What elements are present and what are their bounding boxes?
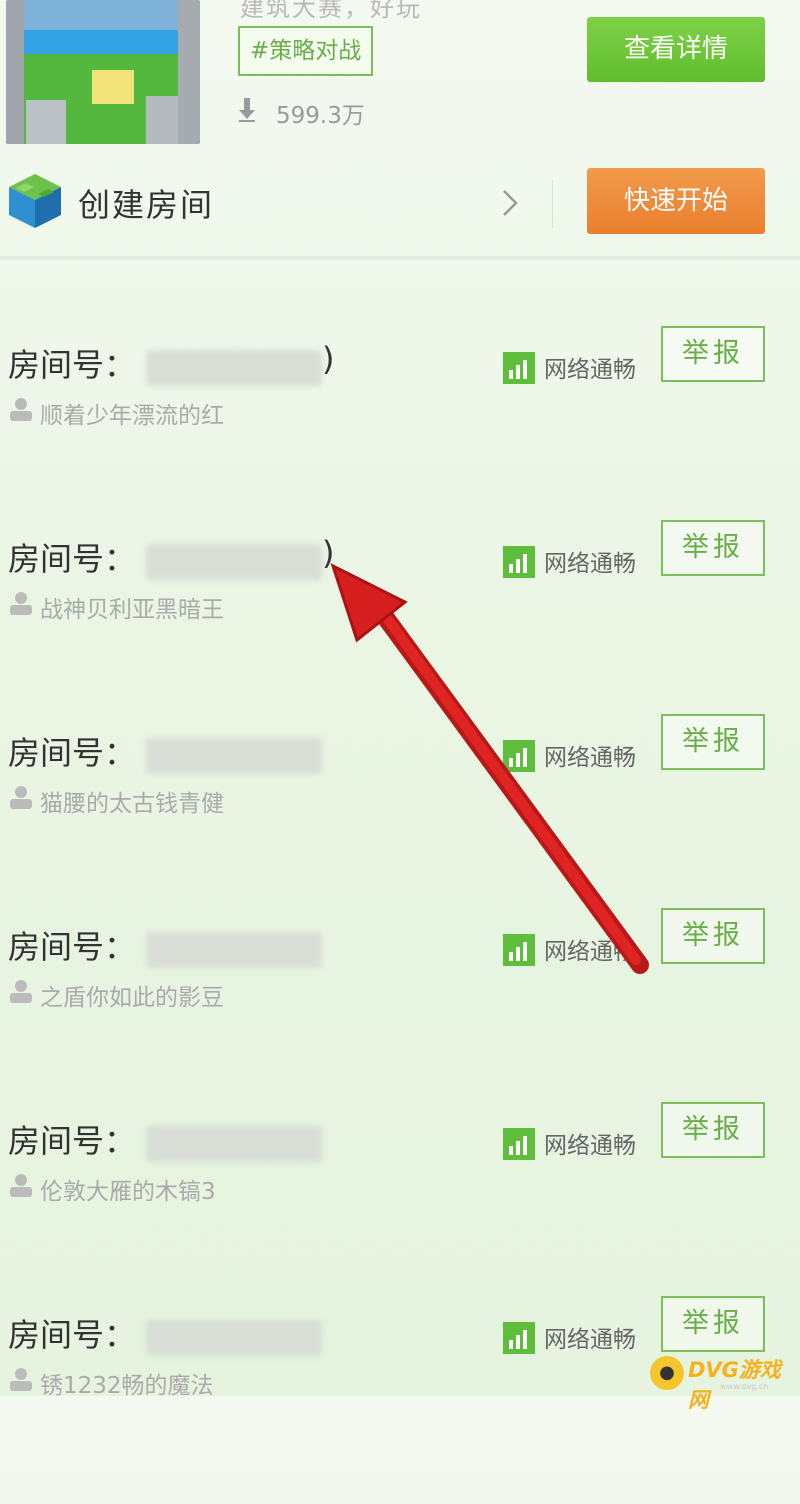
user-icon — [10, 1368, 32, 1391]
thumb-wall — [178, 0, 200, 144]
room-item[interactable]: 房间号： 网络通畅 举报 之盾你如此的影豆 — [0, 908, 800, 1116]
report-button[interactable]: 举报 — [661, 520, 765, 576]
chevron-right-icon[interactable] — [500, 188, 520, 218]
watermark-url: www.dvg.cn — [720, 1382, 769, 1391]
thumb-stone — [26, 100, 66, 144]
room-id-redacted — [146, 544, 322, 580]
room-number-label: 房间号： — [8, 1316, 137, 1354]
report-button[interactable]: 举报 — [661, 714, 765, 770]
room-id-redacted — [146, 1126, 322, 1162]
room-id-redacted — [146, 1320, 322, 1356]
thumb-water — [24, 30, 178, 54]
report-button[interactable]: 举报 — [661, 326, 765, 382]
user-icon — [10, 786, 32, 809]
game-thumbnail[interactable] — [6, 0, 200, 144]
room-id-tail: ) — [322, 340, 335, 378]
room-number-label: 房间号： — [8, 928, 137, 966]
room-owner-name: 之盾你如此的影豆 — [40, 985, 224, 1011]
room-number-label: 房间号： — [8, 1122, 137, 1160]
game-card: 建筑大赛，好玩 #策略对战 599.3万 查看详情 — [0, 0, 800, 150]
game-tag[interactable]: #策略对战 — [238, 26, 374, 76]
thumb-block — [92, 70, 134, 104]
room-id-tail: ) — [322, 534, 335, 572]
room-item[interactable]: 房间号： ) 网络通畅 举报 顺着少年漂流的红 — [0, 326, 800, 534]
thumb-wall — [6, 0, 24, 144]
room-number-label: 房间号： — [8, 346, 137, 384]
quick-start-button[interactable]: 快速开始 — [587, 168, 765, 234]
thumb-stone — [146, 96, 180, 144]
report-button[interactable]: 举报 — [661, 1296, 765, 1352]
network-status: 网络通畅 — [544, 357, 636, 383]
room-item[interactable]: 房间号： 网络通畅 举报 伦敦大雁的木镐3 — [0, 1102, 800, 1310]
download-count: 599.3万 — [276, 103, 365, 129]
signal-icon — [503, 740, 535, 772]
watermark: ● DVG游戏网 www.dvg.cn — [650, 1352, 800, 1412]
watermark-logo-icon: ● — [650, 1356, 684, 1390]
section-divider — [0, 256, 800, 260]
user-icon — [10, 398, 32, 421]
cube-icon — [9, 174, 61, 228]
network-status: 网络通畅 — [544, 939, 636, 965]
room-item[interactable]: 房间号： ) 网络通畅 举报 战神贝利亚黑暗王 — [0, 520, 800, 728]
game-description: 建筑大赛，好玩 — [240, 0, 422, 22]
user-icon — [10, 980, 32, 1003]
network-status: 网络通畅 — [544, 1327, 636, 1353]
room-owner-name: 顺着少年漂流的红 — [40, 403, 224, 429]
signal-icon — [503, 1322, 535, 1354]
room-item[interactable]: 房间号： 网络通畅 举报 猫腰的太古钱青健 — [0, 714, 800, 922]
signal-icon — [503, 546, 535, 578]
room-owner-name: 猫腰的太古钱青健 — [40, 791, 224, 817]
room-id-redacted — [146, 738, 322, 774]
room-id-redacted — [146, 932, 322, 968]
room-owner-name: 锈1232畅的魔法 — [40, 1373, 214, 1399]
room-owner-name: 伦敦大雁的木镐3 — [40, 1179, 216, 1205]
divider — [552, 180, 553, 228]
signal-icon — [503, 352, 535, 384]
user-icon — [10, 592, 32, 615]
room-number-label: 房间号： — [8, 734, 137, 772]
view-details-button[interactable]: 查看详情 — [587, 17, 765, 82]
room-item[interactable]: 房间号： 网络通畅 举报 锈1232畅的魔法 — [0, 1296, 800, 1504]
report-button[interactable]: 举报 — [661, 1102, 765, 1158]
network-status: 网络通畅 — [544, 745, 636, 771]
create-room-row[interactable]: 创建房间 快速开始 — [0, 160, 800, 252]
create-room-label: 创建房间 — [78, 186, 215, 224]
room-owner-name: 战神贝利亚黑暗王 — [40, 597, 224, 623]
room-number-label: 房间号： — [8, 540, 137, 578]
network-status: 网络通畅 — [544, 551, 636, 577]
room-id-redacted — [146, 350, 322, 386]
signal-icon — [503, 934, 535, 966]
download-icon — [239, 98, 255, 122]
network-status: 网络通畅 — [544, 1133, 636, 1159]
signal-icon — [503, 1128, 535, 1160]
report-button[interactable]: 举报 — [661, 908, 765, 964]
user-icon — [10, 1174, 32, 1197]
